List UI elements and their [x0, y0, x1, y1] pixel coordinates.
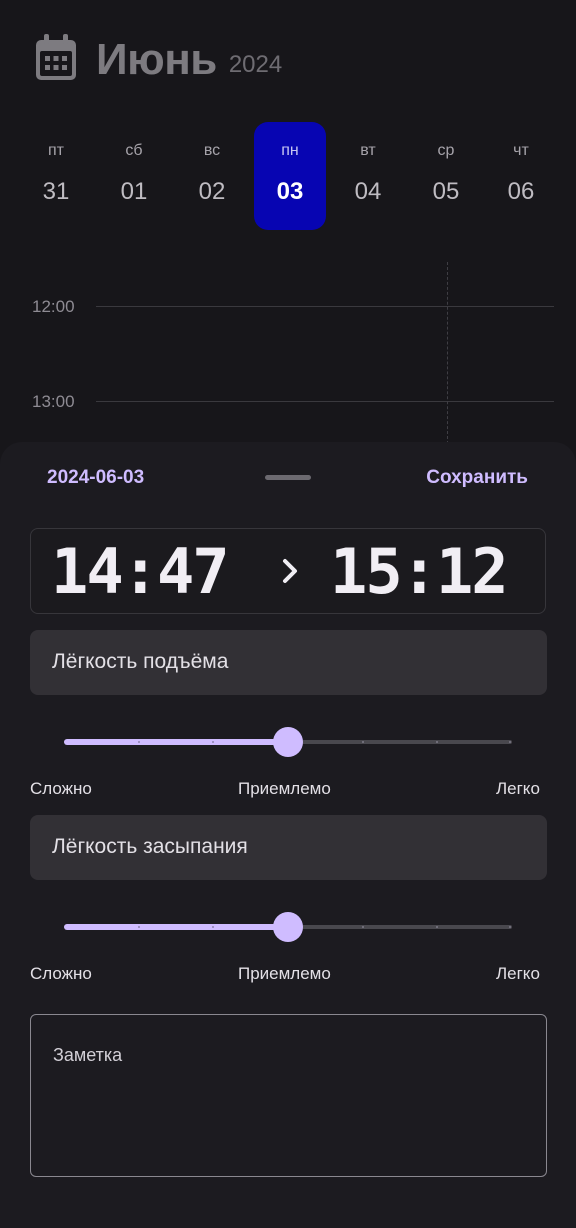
- day-of-week: ср: [437, 142, 455, 159]
- day-cell-selected[interactable]: пн 03: [254, 122, 326, 230]
- calendar-icon[interactable]: [36, 34, 76, 80]
- scale-max-label: Легко: [496, 964, 540, 983]
- day-of-week: сб: [125, 142, 143, 159]
- day-of-week: чт: [513, 142, 529, 159]
- slider-tick: [361, 741, 364, 743]
- week-strip: пт 31 сб 01 вс 02 пн 03 вт 04 ср 05 чт 0…: [18, 122, 558, 230]
- slider-thumb[interactable]: [273, 727, 303, 757]
- time-range-display: 14:47 15:12: [30, 528, 546, 614]
- day-number: 06: [507, 178, 535, 205]
- sleep-ease-label: Лёгкость засыпания: [52, 835, 248, 858]
- drag-handle[interactable]: [265, 475, 311, 480]
- day-of-week: пт: [48, 142, 64, 159]
- slider-track-active: [64, 924, 288, 930]
- day-number: 31: [42, 178, 70, 205]
- day-cell[interactable]: сб 01: [98, 122, 170, 230]
- slider-track-active: [64, 739, 288, 745]
- sleep-ease-slider[interactable]: [64, 912, 512, 942]
- slider-tick: [509, 926, 511, 928]
- scale-mid-label: Приемлемо: [238, 964, 331, 983]
- month-title: Июнь: [96, 35, 217, 84]
- sleep-ease-section: Лёгкость засыпания: [30, 815, 547, 880]
- current-time-indicator: [447, 262, 448, 444]
- chevron-right-icon: [283, 559, 297, 583]
- day-cell[interactable]: чт 06: [485, 122, 557, 230]
- slider-tick: [137, 926, 140, 928]
- wake-ease-section: Лёгкость подъёма: [30, 630, 547, 695]
- hour-label: 12:00: [32, 297, 75, 316]
- day-cell[interactable]: пт 31: [20, 122, 92, 230]
- day-of-week: вс: [203, 142, 221, 159]
- day-cell[interactable]: вс 02: [176, 122, 248, 230]
- end-time[interactable]: 15:12: [330, 537, 509, 607]
- day-number: 01: [120, 178, 148, 205]
- calendar-header: Июнь 2024: [36, 32, 282, 82]
- slider-tick: [361, 926, 364, 928]
- day-number: 05: [432, 178, 460, 205]
- scale-max-label: Легко: [496, 779, 540, 798]
- save-button[interactable]: Сохранить: [426, 467, 528, 489]
- wake-ease-label: Лёгкость подъёма: [52, 650, 229, 673]
- day-cell[interactable]: вт 04: [332, 122, 404, 230]
- day-cell[interactable]: ср 05: [410, 122, 482, 230]
- slider-thumb[interactable]: [273, 912, 303, 942]
- scale-min-label: Сложно: [30, 964, 92, 983]
- day-number: 04: [354, 178, 382, 205]
- slider-tick: [137, 741, 140, 743]
- day-of-week: вт: [360, 142, 376, 159]
- scale-min-label: Сложно: [30, 779, 92, 798]
- hour-gridline: [96, 306, 554, 307]
- day-number: 03: [276, 178, 304, 205]
- entry-bottom-sheet: 2024-06-03 Сохранить 14:47 15:12 Лёгкост…: [0, 442, 576, 1228]
- scale-mid-label: Приемлемо: [238, 779, 331, 798]
- hour-label: 13:00: [32, 392, 75, 411]
- year-label: 2024: [228, 51, 283, 78]
- day-number: 02: [198, 178, 226, 205]
- note-field[interactable]: Заметка: [30, 1014, 547, 1177]
- note-placeholder: Заметка: [53, 1045, 123, 1065]
- start-time[interactable]: 14:47: [51, 537, 230, 607]
- wake-ease-slider[interactable]: [64, 727, 512, 757]
- entry-date[interactable]: 2024-06-03: [47, 467, 144, 489]
- slider-tick: [509, 741, 511, 743]
- day-of-week: пн: [281, 142, 299, 159]
- hour-gridline: [96, 401, 554, 402]
